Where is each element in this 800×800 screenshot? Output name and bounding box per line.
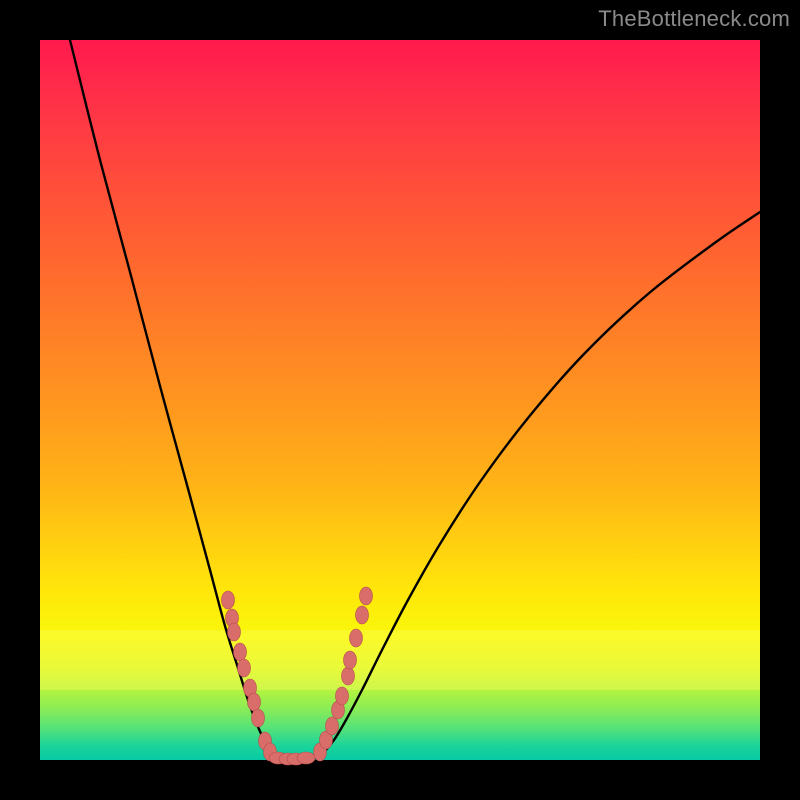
data-marker xyxy=(356,606,369,624)
data-marker xyxy=(248,693,261,711)
data-marker xyxy=(344,651,357,669)
data-marker xyxy=(252,709,265,727)
watermark-text: TheBottleneck.com xyxy=(598,6,790,32)
data-marker xyxy=(222,591,235,609)
chart-svg xyxy=(40,40,760,760)
data-marker xyxy=(326,717,339,735)
data-marker xyxy=(297,752,315,764)
data-marker xyxy=(234,643,247,661)
data-marker xyxy=(342,667,355,685)
data-marker xyxy=(228,623,241,641)
data-marker xyxy=(336,687,349,705)
data-marker xyxy=(238,659,251,677)
data-marker xyxy=(360,587,373,605)
data-marker xyxy=(350,629,363,647)
data-markers xyxy=(222,587,373,765)
bottleneck-curve xyxy=(70,40,760,760)
chart-stage: TheBottleneck.com xyxy=(0,0,800,800)
